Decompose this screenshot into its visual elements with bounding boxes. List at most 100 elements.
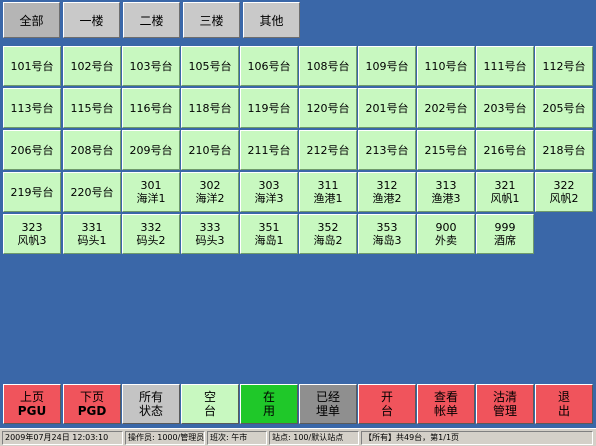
table-tile[interactable]: 203号台 — [476, 88, 534, 128]
table-number: 110号台 — [424, 59, 468, 73]
table-tile[interactable]: 103号台 — [122, 46, 180, 86]
floor-tab-bar: 全部 一楼 二楼 三楼 其他 — [0, 0, 596, 42]
table-tile[interactable]: 323 风帆3 — [3, 214, 61, 254]
table-tile[interactable]: 201号台 — [358, 88, 416, 128]
table-tile[interactable]: 351 海岛1 — [240, 214, 298, 254]
table-tile[interactable]: 219号台 — [3, 172, 61, 212]
table-number: 201号台 — [365, 101, 409, 115]
table-tile[interactable]: 312 渔港2 — [358, 172, 416, 212]
table-tile[interactable]: 333 码头3 — [181, 214, 239, 254]
floor-tab-5[interactable]: 其他 — [243, 2, 300, 38]
action-label-top: 沽清 — [492, 390, 517, 404]
table-number: 113号台 — [10, 101, 54, 115]
table-tile[interactable]: 212号台 — [299, 130, 357, 170]
table-tile[interactable]: 118号台 — [181, 88, 239, 128]
action-button-5[interactable]: 在用 — [240, 384, 298, 424]
table-tile[interactable]: 303 海洋3 — [240, 172, 298, 212]
action-label-bottom: PGU — [17, 404, 47, 418]
table-number: 203号台 — [483, 101, 527, 115]
table-number: 999 — [494, 221, 516, 234]
table-number: 331 — [81, 221, 103, 234]
table-number: 900 — [435, 221, 457, 234]
table-number: 216号台 — [483, 143, 527, 157]
table-tile[interactable]: 108号台 — [299, 46, 357, 86]
table-tile[interactable]: 322 风帆2 — [535, 172, 593, 212]
table-tile[interactable]: 332 码头2 — [122, 214, 180, 254]
table-tile[interactable]: 111号台 — [476, 46, 534, 86]
table-tile[interactable]: 218号台 — [535, 130, 593, 170]
action-button-8[interactable]: 查看 帐单 — [417, 384, 475, 424]
table-number: 115号台 — [70, 101, 114, 115]
table-tile[interactable]: 313 渔港3 — [417, 172, 475, 212]
floor-tab-2[interactable]: 一楼 — [63, 2, 120, 38]
table-tile[interactable]: 206号台 — [3, 130, 61, 170]
table-tile[interactable]: 213号台 — [358, 130, 416, 170]
table-number: 109号台 — [365, 59, 409, 73]
table-tile[interactable]: 220号台 — [63, 172, 121, 212]
floor-tab-4[interactable]: 三楼 — [183, 2, 240, 38]
action-label-bottom: 台 — [203, 404, 216, 418]
action-bar: 上页 PGU 下页 PGD 所有 状态空台在用已经 埋单开台查看 帐单 沽清 管理退出 — [0, 382, 596, 426]
action-button-4[interactable]: 空台 — [181, 384, 239, 424]
table-number: 120号台 — [306, 101, 350, 115]
table-tile[interactable]: 311 渔港1 — [299, 172, 357, 212]
table-number: 102号台 — [70, 59, 114, 73]
table-tile[interactable]: 202号台 — [417, 88, 475, 128]
table-tile[interactable]: 208号台 — [63, 130, 121, 170]
action-button-9[interactable]: 沽清 管理 — [476, 384, 534, 424]
floor-tab-3[interactable]: 二楼 — [123, 2, 180, 38]
action-label-top: 开 — [380, 390, 393, 404]
action-button-1[interactable]: 上页 PGU — [3, 384, 61, 424]
table-number: 119号台 — [247, 101, 291, 115]
action-button-7[interactable]: 开台 — [358, 384, 416, 424]
table-tile[interactable]: 302 海洋2 — [181, 172, 239, 212]
table-tile[interactable]: 113号台 — [3, 88, 61, 128]
table-grid: 101号台 102号台 103号台 105号台 106号台 108号台 109号台 110号台… — [0, 44, 596, 256]
table-number: 105号台 — [188, 59, 232, 73]
table-tile[interactable]: 353 海岛3 — [358, 214, 416, 254]
table-tile[interactable]: 205号台 — [535, 88, 593, 128]
table-tile[interactable]: 216号台 — [476, 130, 534, 170]
action-label-top: 所有 — [138, 390, 163, 404]
table-tile[interactable]: 331 码头1 — [63, 214, 121, 254]
table-number: 108号台 — [306, 59, 350, 73]
table-tile[interactable]: 215号台 — [417, 130, 475, 170]
table-tile[interactable]: 109号台 — [358, 46, 416, 86]
table-name: 码头1 — [77, 234, 107, 247]
table-tile[interactable]: 301 海洋1 — [122, 172, 180, 212]
table-tile[interactable]: 101号台 — [3, 46, 61, 86]
action-label-bottom: 埋单 — [315, 404, 340, 418]
status-summary: 【所有】共49台，第1/1页 — [361, 431, 593, 445]
table-name: 海岛1 — [254, 234, 284, 247]
action-label-bottom: 管理 — [492, 404, 517, 418]
table-number: 213号台 — [365, 143, 409, 157]
table-number: 116号台 — [129, 101, 173, 115]
table-tile[interactable]: 115号台 — [63, 88, 121, 128]
action-button-6[interactable]: 已经 埋单 — [299, 384, 357, 424]
action-label-bottom: 台 — [380, 404, 393, 418]
action-button-3[interactable]: 所有 状态 — [122, 384, 180, 424]
table-tile[interactable]: 112号台 — [535, 46, 593, 86]
table-tile[interactable]: 116号台 — [122, 88, 180, 128]
table-tile[interactable]: 119号台 — [240, 88, 298, 128]
table-tile[interactable]: 106号台 — [240, 46, 298, 86]
floor-tab-1[interactable]: 全部 — [3, 2, 60, 38]
table-tile[interactable]: 211号台 — [240, 130, 298, 170]
action-label-bottom: 帐单 — [433, 404, 458, 418]
table-tile[interactable]: 105号台 — [181, 46, 239, 86]
table-number: 218号台 — [542, 143, 586, 157]
action-button-2[interactable]: 下页 PGD — [63, 384, 121, 424]
table-number: 103号台 — [129, 59, 173, 73]
table-number: 101号台 — [10, 59, 54, 73]
table-tile[interactable]: 352 海岛2 — [299, 214, 357, 254]
action-button-10[interactable]: 退出 — [535, 384, 593, 424]
table-tile[interactable]: 209号台 — [122, 130, 180, 170]
table-tile[interactable]: 120号台 — [299, 88, 357, 128]
table-tile[interactable]: 110号台 — [417, 46, 475, 86]
table-number: 111号台 — [483, 59, 527, 73]
table-tile[interactable]: 900 外卖 — [417, 214, 475, 254]
table-tile[interactable]: 999 酒席 — [476, 214, 534, 254]
table-tile[interactable]: 210号台 — [181, 130, 239, 170]
table-tile[interactable]: 321 风帆1 — [476, 172, 534, 212]
table-tile[interactable]: 102号台 — [63, 46, 121, 86]
